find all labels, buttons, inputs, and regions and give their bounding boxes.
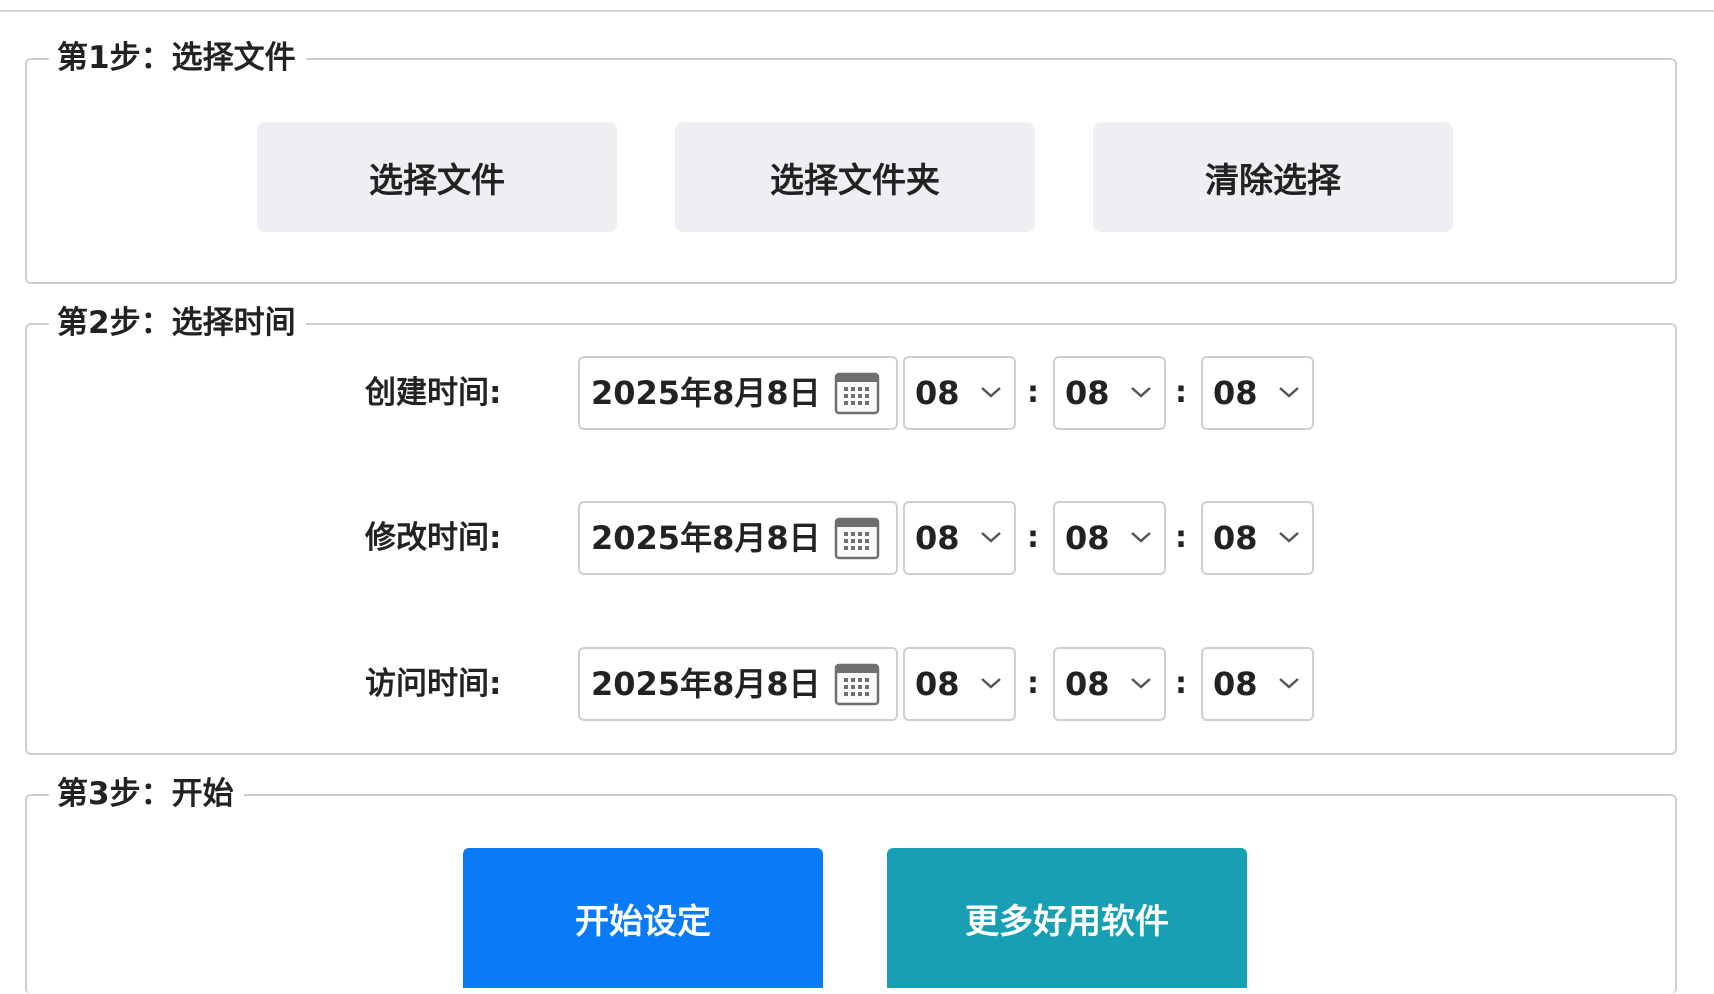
modify-minute-value: 08 (1065, 519, 1110, 557)
chevron-down-icon (1131, 678, 1151, 689)
create-hour-select[interactable]: 08 (903, 356, 1016, 430)
calendar-icon[interactable] (833, 369, 881, 417)
create-minute-select[interactable]: 08 (1053, 356, 1166, 430)
calendar-icon[interactable] (833, 660, 881, 708)
modify-second-value: 08 (1213, 519, 1258, 557)
start-button[interactable]: 开始设定 (463, 848, 823, 988)
select-folder-button[interactable]: 选择文件夹 (675, 122, 1035, 232)
clear-selection-button[interactable]: 清除选择 (1093, 122, 1453, 232)
time-separator: : (1175, 520, 1187, 555)
chevron-down-icon (981, 532, 1001, 543)
modify-hour-select[interactable]: 08 (903, 501, 1016, 575)
create-date-picker[interactable]: 2025年8月8日 (578, 356, 898, 430)
time-separator: : (1027, 520, 1039, 555)
step1-group: 第1步：选择文件 选择文件 选择文件夹 清除选择 (25, 38, 1677, 284)
chevron-down-icon (1131, 387, 1151, 398)
top-divider (0, 10, 1714, 12)
create-time-label: 创建时间: (365, 375, 502, 411)
time-separator: : (1027, 375, 1039, 410)
modify-date-value: 2025年8月8日 (591, 519, 821, 557)
step1-legend: 第1步：选择文件 (49, 38, 306, 78)
create-second-select[interactable]: 08 (1201, 356, 1314, 430)
modify-hour-value: 08 (915, 519, 960, 557)
access-date-value: 2025年8月8日 (591, 665, 821, 703)
access-hour-value: 08 (915, 665, 960, 703)
chevron-down-icon (1279, 532, 1299, 543)
access-second-select[interactable]: 08 (1201, 647, 1314, 721)
more-software-button[interactable]: 更多好用软件 (887, 848, 1247, 988)
create-date-value: 2025年8月8日 (591, 374, 821, 412)
modify-time-row: 修改时间: 2025年8月8日 08 : 08 : 08 (27, 501, 1675, 575)
access-date-picker[interactable]: 2025年8月8日 (578, 647, 898, 721)
chevron-down-icon (1131, 532, 1151, 543)
modify-second-select[interactable]: 08 (1201, 501, 1314, 575)
calendar-icon[interactable] (833, 514, 881, 562)
access-time-label: 访问时间: (365, 666, 502, 702)
step3-legend: 第3步：开始 (49, 774, 244, 814)
modify-date-picker[interactable]: 2025年8月8日 (578, 501, 898, 575)
modify-time-label: 修改时间: (365, 520, 502, 556)
select-file-button[interactable]: 选择文件 (257, 122, 617, 232)
time-separator: : (1175, 375, 1187, 410)
create-time-row: 创建时间: 2025年8月8日 08 : 08 : 08 (27, 356, 1675, 430)
chevron-down-icon (1279, 387, 1299, 398)
step3-group: 第3步：开始 开始设定 更多好用软件 (25, 774, 1677, 994)
chevron-down-icon (1279, 678, 1299, 689)
chevron-down-icon (981, 678, 1001, 689)
create-hour-value: 08 (915, 374, 960, 412)
access-minute-select[interactable]: 08 (1053, 647, 1166, 721)
create-minute-value: 08 (1065, 374, 1110, 412)
time-separator: : (1175, 666, 1187, 701)
access-time-row: 访问时间: 2025年8月8日 08 : 08 : 08 (27, 647, 1675, 721)
access-second-value: 08 (1213, 665, 1258, 703)
access-minute-value: 08 (1065, 665, 1110, 703)
access-hour-select[interactable]: 08 (903, 647, 1016, 721)
step2-group: 第2步：选择时间 创建时间: 2025年8月8日 08 : 08 : 08 修改… (25, 303, 1677, 755)
time-separator: : (1027, 666, 1039, 701)
step2-legend: 第2步：选择时间 (49, 303, 306, 343)
modify-minute-select[interactable]: 08 (1053, 501, 1166, 575)
chevron-down-icon (981, 387, 1001, 398)
create-second-value: 08 (1213, 374, 1258, 412)
